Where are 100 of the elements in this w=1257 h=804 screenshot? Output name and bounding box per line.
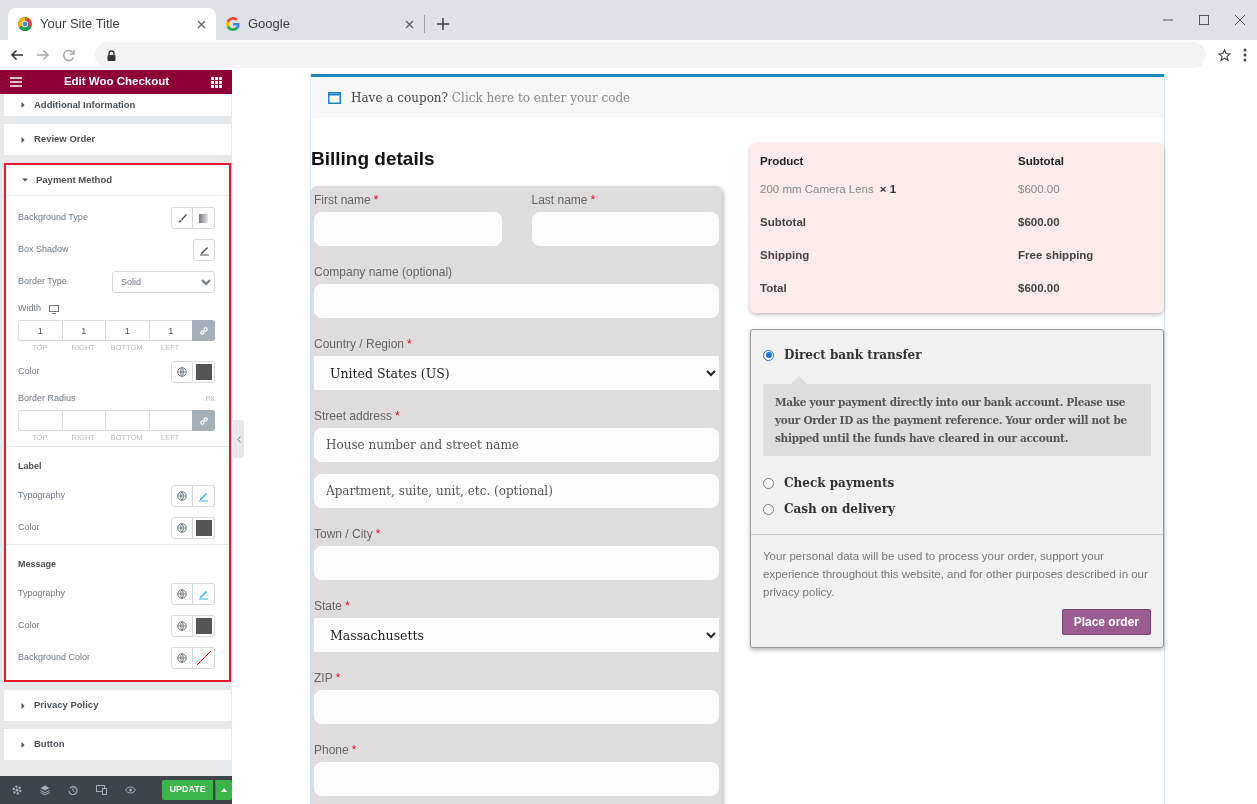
field-label: ZIP * [314,670,342,686]
control-label: Background Color [18,651,91,665]
section-header[interactable]: Button [4,729,231,760]
dimension-input[interactable]: 1 [105,320,149,341]
product-name: 200 mm Camera Lens × 1 [760,181,898,197]
dimension-input[interactable] [148,410,192,431]
border-type-select[interactable]: Solid [112,271,215,293]
global-button[interactable] [171,647,193,669]
forward-arrow-icon[interactable] [36,49,50,61]
gradient-button[interactable] [193,207,215,229]
link-values-button[interactable] [192,410,215,431]
star-icon[interactable] [1218,48,1231,62]
reload-icon[interactable] [62,48,75,62]
radio-button[interactable] [763,477,774,489]
group-heading: Label [18,459,42,473]
table-cell-text: Subtotal [760,214,807,230]
table-cell-text: Total [760,280,788,296]
field-label: Street address * [314,408,401,424]
browser-tab[interactable]: Google [216,8,424,40]
responsive-icon[interactable] [96,785,107,795]
control-label: Color [18,365,40,379]
eye-icon[interactable] [125,786,136,794]
radio-button[interactable] [763,349,774,361]
pencil-icon [198,244,210,256]
input-field[interactable] [314,284,719,318]
input-field[interactable] [314,762,719,796]
section-title: Review Order [34,132,96,147]
control-label: Border Type [18,275,67,289]
input-field[interactable] [314,546,719,580]
dimension-input[interactable]: 1 [61,320,105,341]
close-icon[interactable] [405,19,414,29]
control-label: Background Type [18,211,88,225]
radio-button[interactable] [763,503,774,515]
section-header[interactable]: Additional Information [4,94,231,116]
input-field[interactable] [314,690,719,724]
menu-icon[interactable] [10,77,22,87]
no-color-icon [195,650,212,666]
section-title: Button [34,737,65,752]
global-button[interactable] [171,615,193,637]
payment-option-label[interactable]: Cash on delivery [784,500,895,518]
grid-icon[interactable] [211,76,222,88]
link-icon [198,325,209,336]
payment-option-label[interactable]: Check payments [784,474,895,492]
tab-title: Google [248,15,291,34]
payment-option-label[interactable]: Direct bank transfer [784,346,922,364]
edit-button[interactable] [193,239,215,261]
globe-icon [177,367,187,377]
global-button[interactable] [171,361,193,383]
link-values-button[interactable] [192,320,215,341]
new-tab-icon[interactable] [437,18,449,30]
settings-icon[interactable] [12,785,22,795]
global-button[interactable] [171,583,193,605]
dropdown-field[interactable]: United States (US) [314,356,719,390]
collapse-handle[interactable] [233,420,244,458]
chrome-logo-icon [18,17,32,31]
input-field[interactable] [314,212,502,246]
dimension-input[interactable] [105,410,149,431]
link-icon [198,415,209,426]
table-cell-text: $600.00 [1018,214,1060,230]
section-header[interactable]: Privacy Policy [4,690,231,721]
maximize-icon[interactable] [1199,15,1209,25]
place-order-button[interactable]: Place order [1061,609,1151,635]
back-arrow-icon[interactable] [10,49,24,61]
section-header[interactable]: Payment Method [6,165,229,196]
close-icon[interactable] [197,19,206,29]
dimension-input[interactable] [18,410,62,431]
field-label: Company name (optional) [314,264,454,280]
input-field[interactable]: Apartment, suite, unit, etc. (optional) [314,474,719,508]
field-label: Phone * [314,742,358,758]
caret-right-icon [20,702,26,709]
more-options-button[interactable] [215,780,232,800]
control-label: Border Radius [18,392,76,406]
global-button[interactable] [171,517,193,539]
more-menu-icon[interactable] [1243,48,1247,62]
table-cell-text: $600.00 [1018,280,1060,296]
dimension-input[interactable] [61,410,105,431]
color-picker[interactable] [193,647,215,669]
browser-tab[interactable]: Your Site Title [8,8,216,40]
monitor-icon[interactable] [49,304,59,314]
field-label: State * [314,598,351,614]
globe-icon [177,653,187,663]
section-title: Privacy Policy [34,698,99,713]
pencil-icon [198,490,209,502]
dropdown-field[interactable]: Massachusetts [314,618,719,652]
dimension-input[interactable]: 1 [148,320,192,341]
input-field[interactable] [531,212,719,246]
field-label: Town / City * [314,526,382,542]
global-button[interactable] [171,485,193,507]
input-field[interactable]: House number and street name [314,428,719,462]
table-cell-text: Free shipping [1018,247,1094,263]
history-icon[interactable] [68,785,78,795]
google-logo-icon [226,17,240,31]
close-icon[interactable] [1235,15,1245,25]
section-header[interactable]: Review Order [4,124,231,155]
section-heading: Billing details [311,147,436,171]
layers-icon[interactable] [40,785,50,795]
table-cell-text: Shipping [760,247,811,263]
dimension-input[interactable]: 1 [18,320,62,341]
caret-right-icon [20,102,26,108]
brush-button[interactable] [171,207,193,229]
